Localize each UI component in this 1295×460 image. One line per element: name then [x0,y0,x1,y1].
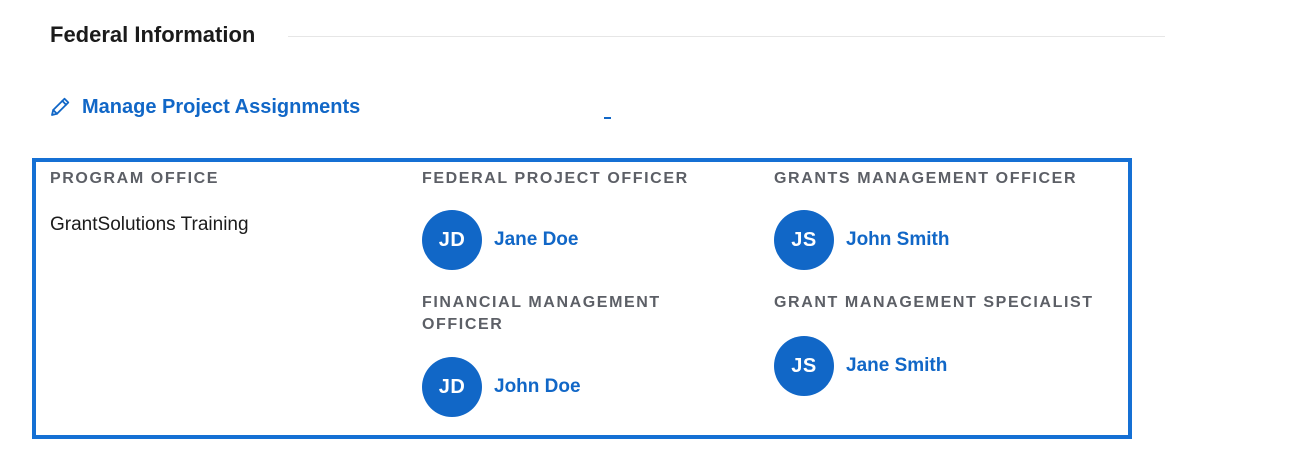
grant-management-specialist-name[interactable]: Jane Smith [846,355,947,377]
grants-management-officer-name[interactable]: John Smith [846,229,949,251]
grant-management-specialist-card: JS Jane Smith [774,336,947,396]
financial-management-officer-card: JD John Doe [422,357,581,417]
grants-management-officer-heading: GRANTS MANAGEMENT OFFICER [774,170,1078,187]
heading-line: FINANCIAL MANAGEMENT [422,294,661,311]
grants-management-officer-card: JS John Smith [774,210,949,270]
federal-project-officer-name[interactable]: Jane Doe [494,229,578,251]
manage-project-assignments-link[interactable]: Manage Project Assignments [48,92,360,122]
federal-project-officer-heading: FEDERAL PROJECT OFFICER [422,170,689,187]
financial-management-officer-name[interactable]: John Doe [494,376,581,398]
avatar: JS [774,210,834,270]
avatar: JS [774,336,834,396]
avatar: JD [422,210,482,270]
program-office-value: GrantSolutions Training [50,214,249,235]
section-header: Federal Information [50,18,1165,54]
section-divider [288,36,1165,37]
grant-management-specialist-heading: GRANT MANAGEMENT SPECIALIST [774,294,1094,311]
financial-management-officer-heading: FINANCIAL MANAGEMENT OFFICER [422,292,661,336]
federal-project-officer-card: JD Jane Doe [422,210,578,270]
heading-line: OFFICER [422,316,504,333]
link-underline-fragment [604,117,611,119]
section-title: Federal Information [50,22,256,47]
program-office-heading: PROGRAM OFFICE [50,170,220,187]
manage-link-label: Manage Project Assignments [82,95,361,118]
pencil-icon [48,95,72,119]
avatar: JD [422,357,482,417]
